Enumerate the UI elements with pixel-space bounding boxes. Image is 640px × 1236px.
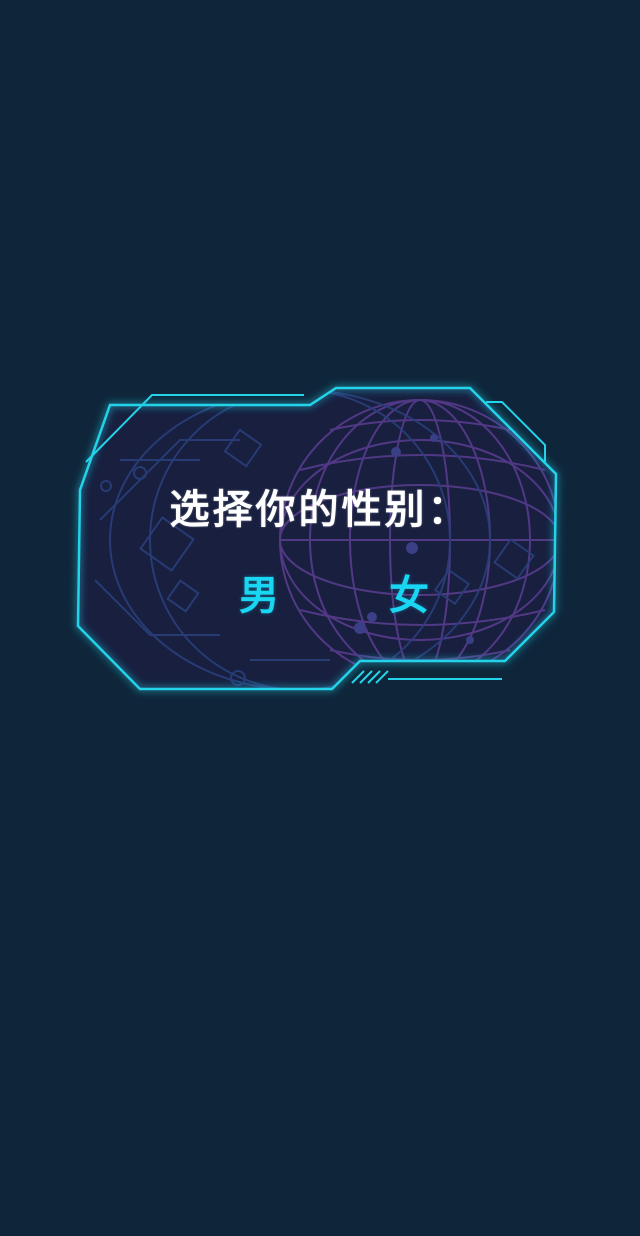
gender-option-female[interactable]: 女 <box>369 566 449 626</box>
gender-dialog-panel: 选择你的性别： 男 女 <box>0 0 640 1236</box>
gender-selection-screen: 选择你的性别： 男 女 <box>0 0 640 1236</box>
gender-option-male[interactable]: 男 <box>219 566 299 626</box>
gender-prompt-title: 选择你的性别： <box>169 487 471 533</box>
hud-frame-graphic <box>76 386 558 691</box>
